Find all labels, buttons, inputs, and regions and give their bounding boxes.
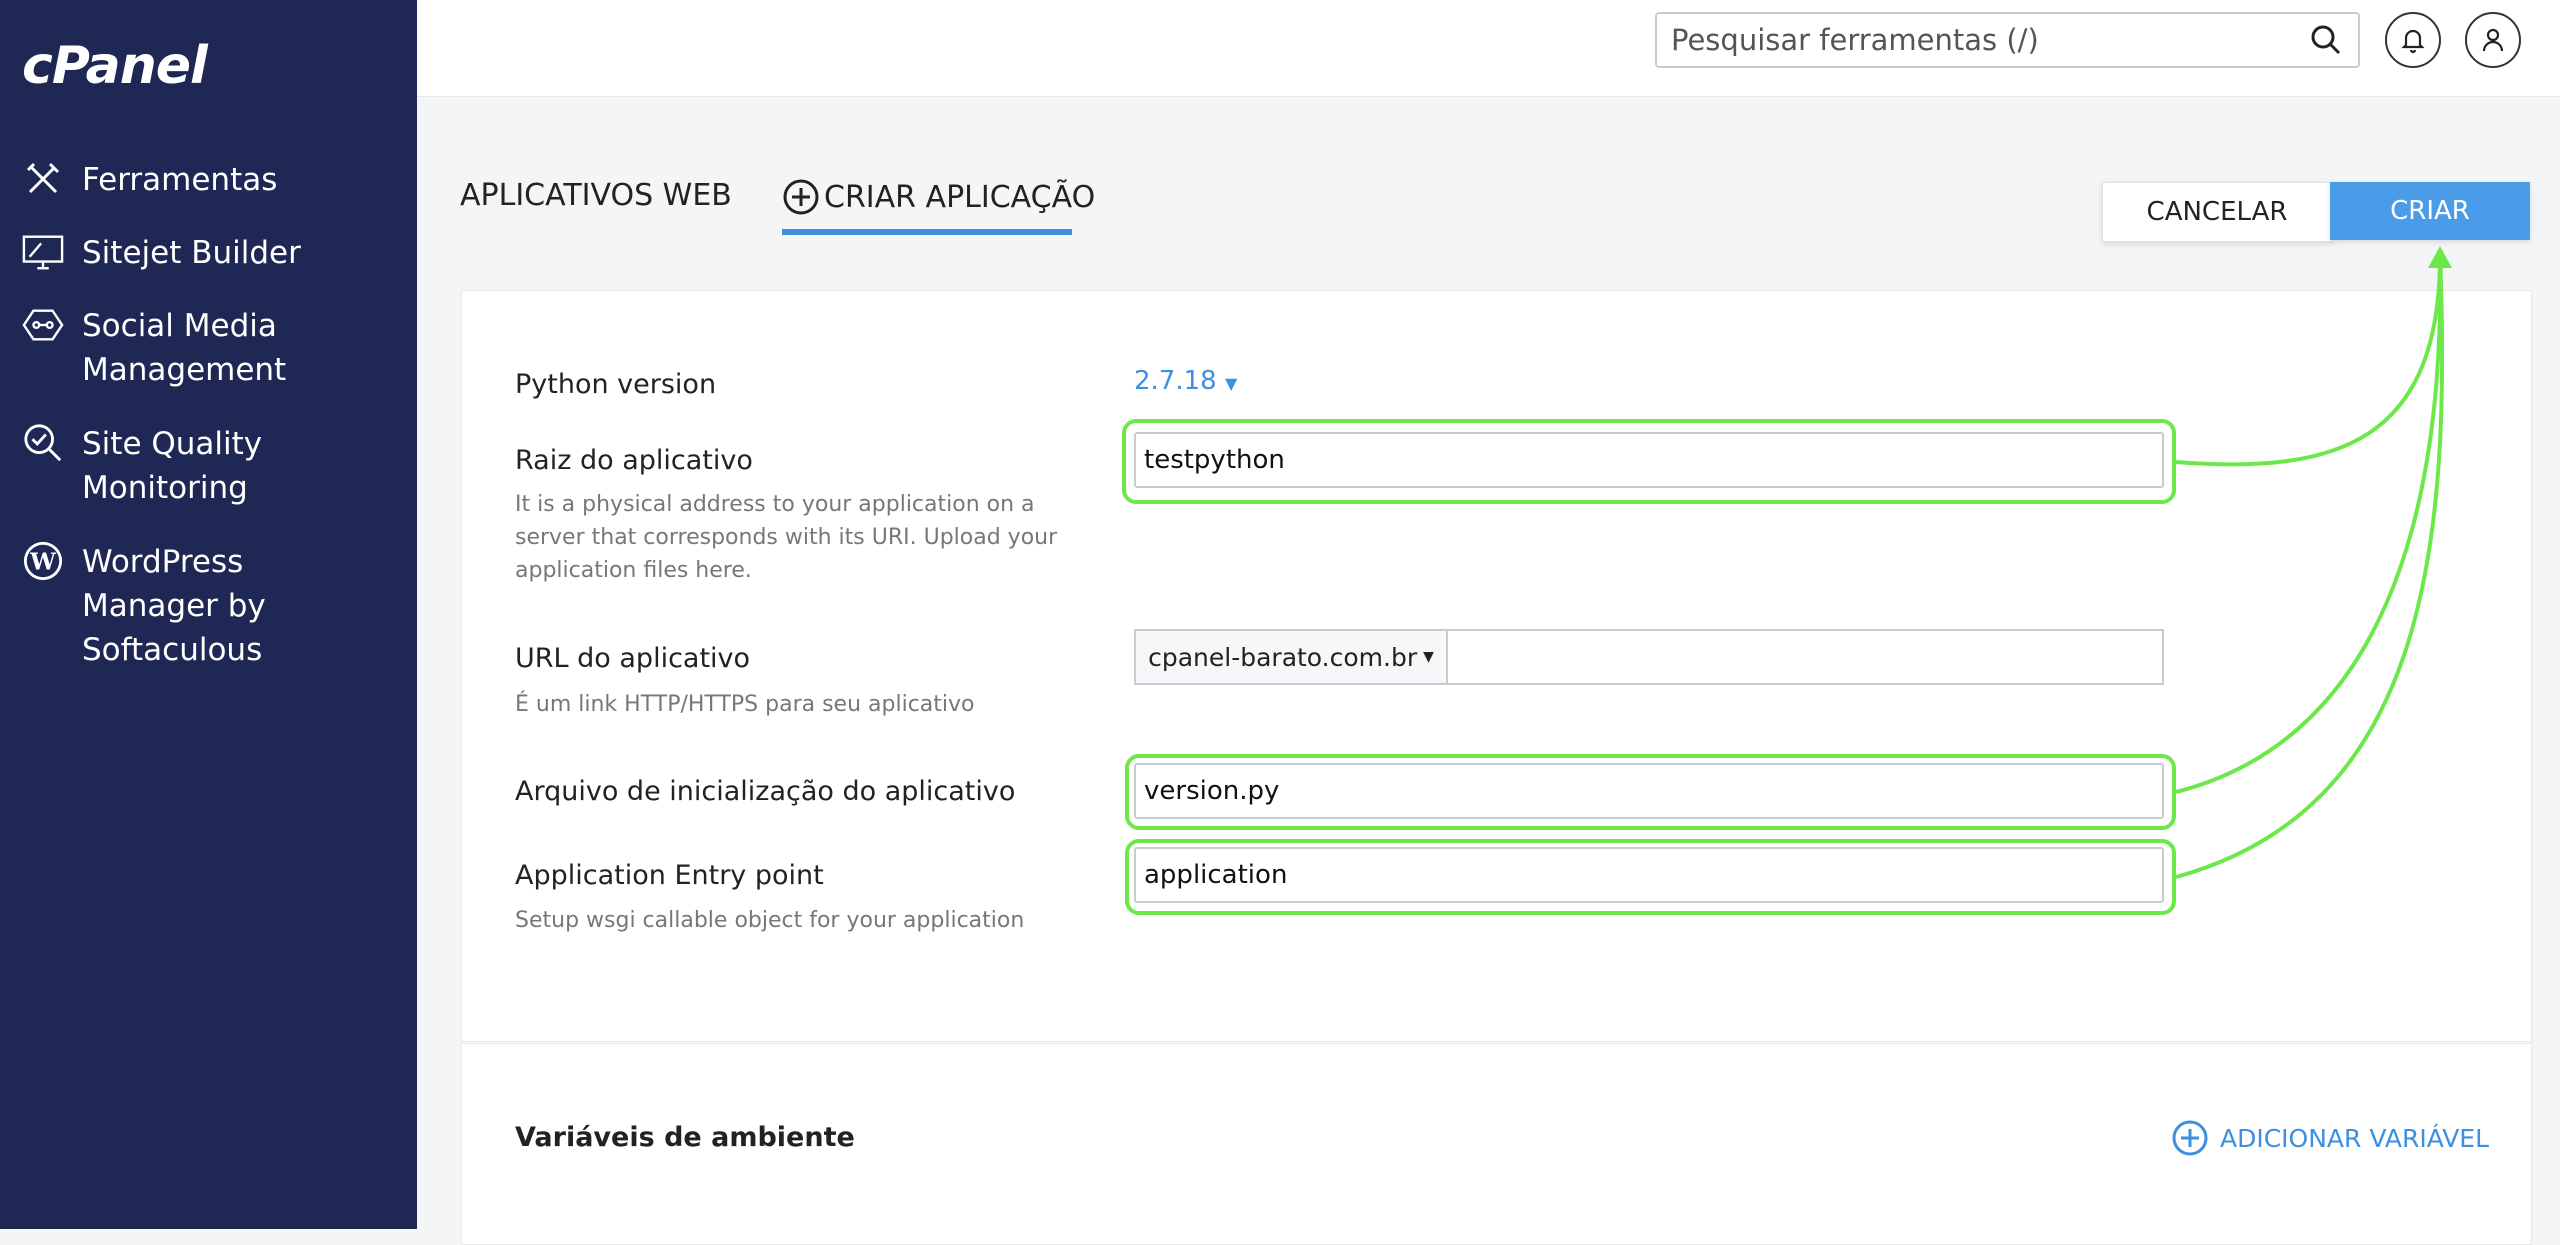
startup-file-label: Arquivo de inicialização do aplicativo <box>515 776 1016 807</box>
python-version-label: Python version <box>515 369 717 400</box>
app-url-label: URL do aplicativo <box>515 643 751 674</box>
sidebar-item-social-media[interactable]: Social Media Management <box>22 304 402 392</box>
domain-value: cpanel-barato.com.br <box>1148 642 1418 672</box>
sidebar-item-site-quality[interactable]: Site Quality Monitoring <box>22 422 402 510</box>
env-vars-title: Variáveis de ambiente <box>515 1122 855 1153</box>
monitor-icon <box>22 231 64 273</box>
app-url-path-input[interactable] <box>1446 629 2164 685</box>
app-root-input[interactable] <box>1134 432 2164 488</box>
user-icon <box>2482 28 2504 52</box>
add-variable-button[interactable]: ADICIONAR VARIÁVEL <box>2170 1118 2489 1158</box>
sidebar-item-label: Social Media Management <box>82 308 287 388</box>
plus-circle-icon <box>2172 1120 2208 1156</box>
magnifier-check-icon <box>22 422 64 464</box>
entry-point-input[interactable] <box>1134 847 2164 903</box>
sidebar-item-wordpress[interactable]: W WordPress Manager by Softaculous <box>22 540 402 672</box>
plus-circle-icon <box>783 179 819 215</box>
caret-down-icon: ▼ <box>1423 649 1434 665</box>
domain-dropdown[interactable]: cpanel-barato.com.br ▼ <box>1134 629 1446 685</box>
sidebar-item-label: WordPress Manager by Softaculous <box>82 544 266 668</box>
tab-create-app[interactable]: CRIAR APLICAÇÃO <box>782 178 1095 216</box>
caret-down-icon: ▼ <box>1224 374 1238 393</box>
add-variable-label: ADICIONAR VARIÁVEL <box>2220 1123 2490 1153</box>
python-version-dropdown[interactable]: 2.7.18 ▼ <box>1134 366 1237 396</box>
cpanel-logo[interactable]: cPanel <box>22 36 208 96</box>
tab-create-app-label: CRIAR APLICAÇÃO <box>824 179 1096 215</box>
search-input[interactable] <box>1657 13 2306 67</box>
tab-web-apps[interactable]: APLICATIVOS WEB <box>460 178 732 213</box>
user-menu-button[interactable] <box>2465 12 2521 68</box>
bell-icon <box>2401 29 2425 54</box>
app-root-help: It is a physical address to your applica… <box>515 492 1058 583</box>
notifications-button[interactable] <box>2385 12 2441 68</box>
svg-text:W: W <box>29 549 56 576</box>
sidebar: cPanel Ferramentas Sitejet Builder Socia… <box>0 0 417 1229</box>
social-icon <box>22 304 64 346</box>
wordpress-icon: W <box>22 540 64 582</box>
create-button[interactable]: CRIAR <box>2330 182 2530 240</box>
entry-point-label: Application Entry point <box>515 860 824 891</box>
sidebar-item-label: Site Quality Monitoring <box>82 426 263 506</box>
sidebar-item-label: Ferramentas <box>82 162 278 198</box>
python-version-value: 2.7.18 <box>1134 366 1217 396</box>
startup-file-input[interactable] <box>1134 763 2164 819</box>
search-icon[interactable] <box>2306 20 2346 60</box>
tab-active-indicator <box>782 229 1072 235</box>
app-root-label: Raiz do aplicativo <box>515 445 753 476</box>
arrow-head <box>2428 246 2452 268</box>
entry-point-help: Setup wsgi callable object for your appl… <box>515 908 1025 933</box>
tools-icon <box>22 158 64 200</box>
sidebar-item-sitejet[interactable]: Sitejet Builder <box>22 231 402 275</box>
cancel-button[interactable]: CANCELAR <box>2102 182 2332 242</box>
search-box[interactable] <box>1655 12 2360 68</box>
sidebar-item-ferramentas[interactable]: Ferramentas <box>22 158 402 202</box>
app-url-help: É um link HTTP/HTTPS para seu aplicativo <box>515 692 975 717</box>
sidebar-item-label: Sitejet Builder <box>82 235 301 271</box>
